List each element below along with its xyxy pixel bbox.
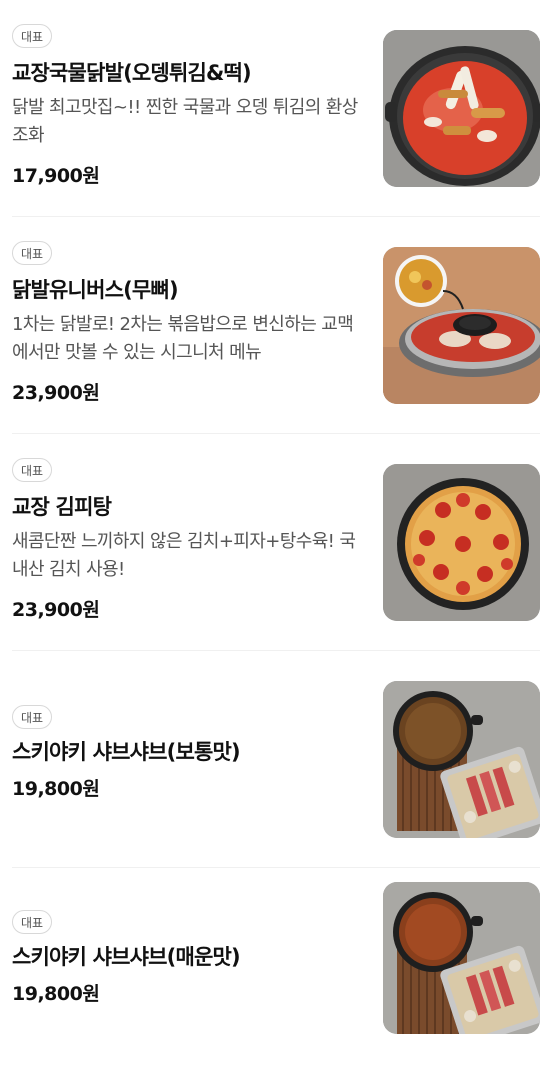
menu-item[interactable]: 대표 교장국물닭발(오뎅튀김&떡) 닭발 최고맛집~!! 찐한 국물과 오뎅 튀… [12, 0, 540, 217]
representative-badge: 대표 [12, 241, 53, 265]
menu-item-description: 1차는 닭발로! 2차는 볶음밥으로 변신하는 교맥에서만 맛볼 수 있는 시그… [12, 314, 354, 363]
sukiyaki-shabu-mild-image[interactable] [383, 681, 540, 838]
menu-item[interactable]: 대표 스키야키 샤브샤브(보통맛) 19,800원 [12, 651, 540, 868]
menu-item-price: 23,900원 [12, 599, 100, 621]
menu-item-price: 19,800원 [12, 778, 100, 800]
representative-badge: 대표 [12, 705, 53, 729]
menu-item-name: 스키야키 샤브샤브(매운맛) [12, 945, 241, 969]
boneless-chicken-feet-pan-image[interactable] [383, 247, 540, 404]
menu-item-name: 닭발유니버스(무뼈) [12, 278, 179, 302]
menu-item-description: 닭발 최고맛집~!! 찐한 국물과 오뎅 튀김의 환상 조화 [12, 97, 358, 146]
spicy-chicken-feet-soup-image[interactable] [383, 30, 540, 187]
menu-item-name: 교장국물닭발(오뎅튀김&떡) [12, 61, 252, 85]
menu-item[interactable]: 대표 닭발유니버스(무뼈) 1차는 닭발로! 2차는 볶음밥으로 변신하는 교맥… [12, 217, 540, 434]
representative-badge: 대표 [12, 910, 53, 934]
menu-item-price: 19,800원 [12, 983, 100, 1005]
sukiyaki-shabu-spicy-image[interactable] [383, 882, 540, 1034]
menu-item-price: 17,900원 [12, 165, 100, 187]
menu-item[interactable]: 대표 스키야키 샤브샤브(매운맛) 19,800원 [12, 868, 540, 1085]
representative-badge: 대표 [12, 458, 53, 482]
menu-item[interactable]: 대표 교장 김피탕 새콤단짠 느끼하지 않은 김치+피자+탕수육! 국내산 김치… [12, 434, 540, 651]
menu-item-description: 새콤단짠 느끼하지 않은 김치+피자+탕수육! 국내산 김치 사용! [12, 531, 356, 580]
menu-item-name: 스키야키 샤브샤브(보통맛) [12, 740, 241, 764]
menu-item-price: 23,900원 [12, 382, 100, 404]
menu-item-name: 교장 김피탕 [12, 495, 112, 519]
representative-badge: 대표 [12, 24, 53, 48]
kimchi-pizza-tangsuyuk-image[interactable] [383, 464, 540, 621]
